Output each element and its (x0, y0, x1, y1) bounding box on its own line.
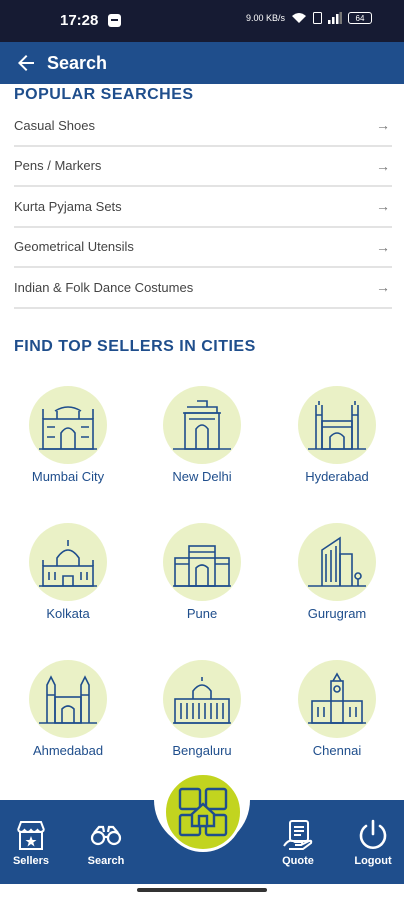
home-button[interactable] (163, 772, 243, 852)
wifi-icon (292, 13, 306, 23)
city-name: Hyderabad (305, 469, 369, 484)
city-name: Chennai (312, 743, 362, 758)
popular-search-item[interactable]: Kurta Pyjama Sets → (14, 187, 392, 228)
city-hyderabad[interactable]: Hyderabad (277, 386, 397, 484)
nav-label: Quote (282, 855, 314, 867)
popular-search-item[interactable]: Casual Shoes → (14, 106, 392, 147)
page-title: Search (47, 53, 108, 73)
quote-icon (283, 820, 313, 850)
city-name: Pune (186, 606, 218, 621)
gesture-handle[interactable] (137, 888, 267, 892)
city-circle (29, 660, 107, 738)
battery-icon: 64 (348, 12, 372, 24)
city-name: Ahmedabad (32, 743, 104, 758)
city-ahmedabad[interactable]: Ahmedabad (8, 660, 128, 758)
store-icon (17, 821, 45, 850)
city-gurugram[interactable]: Gurugram (277, 523, 397, 621)
arrow-right-icon: → (376, 117, 390, 134)
sim-icon (313, 12, 322, 24)
power-icon (359, 819, 387, 849)
app-header: Search (0, 42, 404, 84)
arrow-right-icon: → (376, 198, 390, 215)
nav-label: Sellers (12, 855, 50, 867)
arrow-right-icon: → (376, 279, 390, 296)
vidhana-soudha-icon (173, 677, 231, 724)
city-name: Bengaluru (172, 743, 232, 758)
victoria-memorial-icon (39, 540, 97, 587)
popular-searches-title: POPULAR SEARCHES (14, 86, 194, 103)
status-time: 17:28 (60, 12, 99, 29)
home-grid-icon (178, 787, 228, 837)
city-circle (29, 523, 107, 601)
search-item-label: Kurta Pyjama Sets (14, 198, 122, 214)
search-item-label: Pens / Markers (14, 158, 102, 174)
city-name: Mumbai City (31, 469, 105, 484)
city-circle (298, 660, 376, 738)
signal-icon (328, 12, 342, 24)
india-gate-icon (173, 400, 231, 450)
city-name: Kolkata (46, 606, 90, 621)
top-sellers-title: FIND TOP SELLERS IN CITIES (14, 338, 256, 355)
city-new-delhi[interactable]: New Delhi (142, 386, 262, 484)
temple-icon (39, 675, 97, 724)
nav-search[interactable]: Search (76, 818, 136, 867)
city-bengaluru[interactable]: Bengaluru (142, 660, 262, 758)
nav-label: Logout (354, 855, 392, 867)
city-chennai[interactable]: Chennai (277, 660, 397, 758)
search-item-label: Casual Shoes (14, 117, 95, 133)
nav-logout[interactable]: Logout (343, 818, 403, 867)
notification-icon (108, 14, 121, 27)
arrow-left-icon[interactable] (14, 51, 38, 75)
popular-search-item[interactable]: Indian & Folk Dance Costumes → (14, 268, 392, 309)
city-kolkata[interactable]: Kolkata (8, 523, 128, 621)
central-station-icon (308, 672, 366, 724)
nav-sellers[interactable]: Sellers (1, 818, 61, 867)
city-circle (298, 523, 376, 601)
popular-search-item[interactable]: Geometrical Utensils → (14, 228, 392, 268)
arrow-right-icon: → (376, 238, 390, 255)
skyscraper-icon (308, 536, 366, 587)
city-circle (163, 523, 241, 601)
nav-label: Search (87, 855, 125, 867)
gateway-of-india-icon (39, 406, 97, 450)
network-speed: 9.00 KB/s (245, 12, 285, 23)
search-item-label: Geometrical Utensils (14, 239, 134, 255)
popular-search-list: Casual Shoes → Pens / Markers → Kurta Py… (14, 106, 392, 309)
charminar-icon (308, 401, 366, 450)
arrow-right-icon: → (376, 157, 390, 174)
city-name: Gurugram (307, 606, 367, 621)
binoculars-icon (90, 825, 122, 846)
city-circle (29, 386, 107, 464)
city-name: New Delhi (172, 469, 232, 484)
city-circle (163, 660, 241, 738)
popular-search-item[interactable]: Pens / Markers → (14, 147, 392, 187)
city-circle (163, 386, 241, 464)
city-mumbai[interactable]: Mumbai City (8, 386, 128, 484)
status-bar: 17:28 9.00 KB/s 64 (0, 0, 404, 42)
nav-quote[interactable]: Quote (268, 818, 328, 867)
city-pune[interactable]: Pune (142, 523, 262, 621)
shaniwar-wada-icon (173, 545, 231, 587)
gesture-bar (0, 884, 404, 900)
main-content[interactable]: POPULAR SEARCHES Casual Shoes → Pens / M… (0, 84, 404, 800)
search-item-label: Indian & Folk Dance Costumes (14, 279, 194, 295)
city-circle (298, 386, 376, 464)
status-icons: 9.00 KB/s 64 (246, 12, 372, 24)
